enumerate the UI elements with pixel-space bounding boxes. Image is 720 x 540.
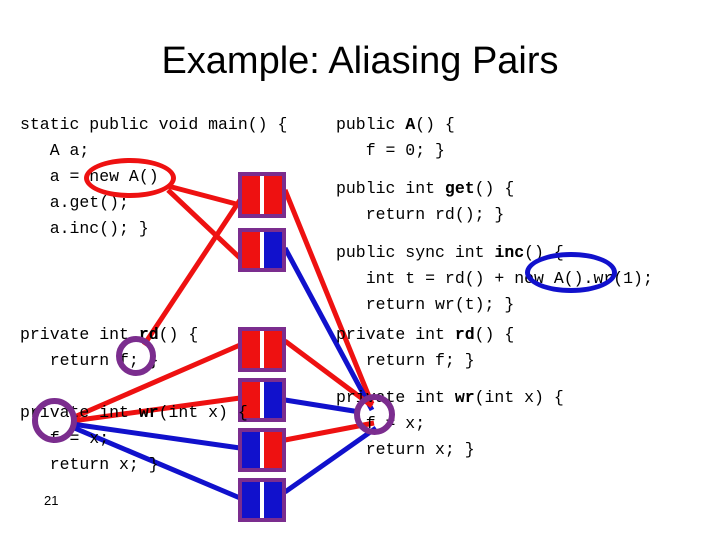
blue-highlight-ellipse-new-a — [525, 252, 617, 293]
code-bold-overlay-inc: public sync int inc — [494, 243, 525, 262]
heap-object-3-right-field — [264, 331, 282, 368]
code-bold-overlay-get: public int get — [444, 179, 475, 198]
heap-object-6-left-field — [242, 482, 260, 518]
heap-object-4-right-field — [264, 382, 282, 418]
purple-circle-left-wr-field — [32, 398, 77, 443]
page-number: 21 — [44, 493, 59, 508]
red-highlight-ellipse-new-a — [84, 158, 176, 198]
code-bold-overlay-rd-right: private int rd — [454, 325, 475, 344]
purple-circle-rd-field — [116, 336, 156, 376]
heap-object-6-right-field — [264, 482, 282, 518]
slide-canvas: Example: Aliasing Pairs static public vo… — [0, 0, 720, 540]
purple-circle-right-wr-field — [354, 394, 395, 435]
heap-object-5-right-field — [264, 432, 282, 468]
heap-object-6 — [238, 478, 286, 522]
code-bold-overlay-A: public A — [405, 115, 416, 134]
